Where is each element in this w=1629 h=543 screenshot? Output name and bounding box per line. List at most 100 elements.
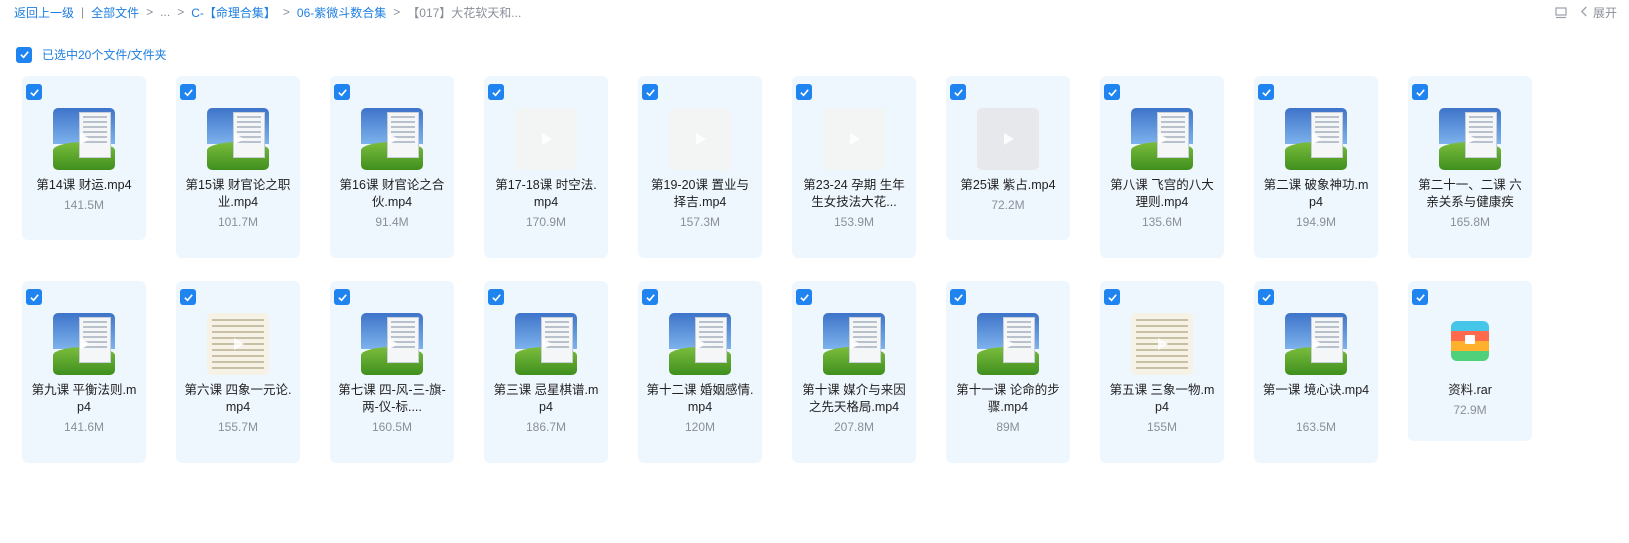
file-checkbox[interactable]	[1258, 84, 1274, 100]
video-thumbnail	[515, 313, 577, 375]
file-card[interactable]: 第16课 财官论之合伙.mp4 91.4M	[330, 76, 454, 258]
video-thumbnail	[361, 108, 423, 170]
file-checkbox[interactable]	[1412, 84, 1428, 100]
file-card[interactable]: 第23-24 孕期 生年生女技法大花... 153.9M	[792, 76, 916, 258]
play-icon	[80, 133, 90, 145]
file-checkbox[interactable]	[1104, 289, 1120, 305]
file-checkbox[interactable]	[180, 84, 196, 100]
file-name: 第19-20课 置业与择吉.mp4	[651, 178, 749, 209]
check-icon	[183, 88, 193, 96]
video-thumbnail	[361, 313, 423, 375]
file-size: 91.4M	[375, 215, 409, 229]
play-icon	[1158, 338, 1168, 350]
file-card[interactable]: 第二十一、二课 六亲关系与健康疾 165.8M	[1408, 76, 1532, 258]
file-checkbox[interactable]	[1258, 289, 1274, 305]
video-thumbnail	[1131, 313, 1193, 375]
file-card[interactable]: 第七课 四-风-三-旗-两-仪-标.... 160.5M	[330, 281, 454, 463]
file-card[interactable]: 第五课 三象一物.mp4 155M	[1100, 281, 1224, 463]
chevron-right-icon: >	[282, 5, 290, 19]
breadcrumb-item-ellipsis[interactable]: ...	[160, 5, 170, 19]
play-icon	[388, 133, 398, 145]
file-checkbox[interactable]	[334, 289, 350, 305]
file-name: 资料.rar	[1448, 383, 1492, 397]
play-icon	[1312, 338, 1322, 350]
back-link[interactable]: 返回上一级	[14, 4, 74, 21]
video-thumbnail	[977, 313, 1039, 375]
file-size: 72.9M	[1453, 403, 1487, 417]
video-thumbnail	[823, 108, 885, 170]
file-checkbox[interactable]	[180, 289, 196, 305]
check-icon	[1261, 293, 1271, 301]
file-name: 第十课 媒介与来因之先天格局.mp4	[802, 383, 906, 414]
expand-button[interactable]: 展开	[1580, 4, 1617, 21]
file-checkbox[interactable]	[950, 289, 966, 305]
breadcrumb-item-mingli[interactable]: C-【命理合集】	[191, 4, 276, 21]
play-icon	[1004, 133, 1014, 145]
list-view-icon[interactable]	[1554, 6, 1568, 20]
file-checkbox[interactable]	[1412, 289, 1428, 305]
file-card[interactable]: 第17-18课 时空法.mp4 170.9M	[484, 76, 608, 258]
file-checkbox[interactable]	[950, 84, 966, 100]
play-icon	[696, 338, 706, 350]
file-card[interactable]: 第14课 财运.mp4 141.5M	[22, 76, 146, 240]
play-icon	[1158, 133, 1168, 145]
file-name: 第17-18课 时空法.mp4	[495, 178, 597, 209]
file-card[interactable]: 第二课 破象神功.mp4 194.9M	[1254, 76, 1378, 258]
file-name: 第14课 财运.mp4	[36, 178, 132, 192]
check-icon	[491, 293, 501, 301]
video-thumbnail	[207, 313, 269, 375]
file-size: 194.9M	[1295, 215, 1337, 229]
file-size: 120M	[684, 420, 716, 434]
file-checkbox[interactable]	[26, 289, 42, 305]
file-checkbox[interactable]	[642, 289, 658, 305]
check-icon	[19, 51, 29, 59]
file-name: 第23-24 孕期 生年生女技法大花...	[803, 178, 905, 209]
file-card[interactable]: 第十二课 婚姻感情.mp4 120M	[638, 281, 762, 463]
file-checkbox[interactable]	[642, 84, 658, 100]
play-icon	[542, 338, 552, 350]
breadcrumb-item-all-files[interactable]: 全部文件	[91, 4, 139, 21]
file-size: 101.7M	[217, 215, 259, 229]
chevron-right-icon: >	[177, 5, 185, 19]
file-name: 第九课 平衡法则.mp4	[31, 383, 137, 414]
play-icon	[388, 338, 398, 350]
file-checkbox[interactable]	[1104, 84, 1120, 100]
file-card[interactable]: 第九课 平衡法则.mp4 141.6M	[22, 281, 146, 463]
file-size: 165.8M	[1449, 215, 1491, 229]
video-thumbnail	[207, 108, 269, 170]
file-card[interactable]: 第十课 媒介与来因之先天格局.mp4 207.8M	[792, 281, 916, 463]
file-card[interactable]: 第六课 四象一元论.mp4 155.7M	[176, 281, 300, 463]
file-name: 第十一课 论命的步骤.mp4	[956, 383, 1060, 414]
file-checkbox[interactable]	[488, 84, 504, 100]
file-size: 141.6M	[63, 420, 105, 434]
breadcrumb-item-ziwei[interactable]: 06-紫微斗数合集	[297, 4, 386, 21]
video-thumbnail	[1285, 108, 1347, 170]
play-icon	[234, 133, 244, 145]
file-name: 第二十一、二课 六亲关系与健康疾	[1418, 178, 1522, 209]
video-thumbnail	[669, 108, 731, 170]
check-icon	[1261, 88, 1271, 96]
chevron-right-icon: >	[146, 5, 154, 19]
file-checkbox[interactable]	[796, 84, 812, 100]
check-icon	[491, 88, 501, 96]
file-checkbox[interactable]	[488, 289, 504, 305]
check-icon	[1107, 88, 1117, 96]
play-icon	[850, 338, 860, 350]
breadcrumb: 返回上一级 | 全部文件 > ... > C-【命理合集】 > 06-紫微斗数合…	[14, 4, 521, 20]
file-card[interactable]: 第15课 财官论之职业.mp4 101.7M	[176, 76, 300, 258]
file-card[interactable]: 第八课 飞宫的八大理则.mp4 135.6M	[1100, 76, 1224, 258]
file-checkbox[interactable]	[796, 289, 812, 305]
play-icon	[696, 133, 706, 145]
file-card[interactable]: 第三课 忌星棋谱.mp4 186.7M	[484, 281, 608, 463]
archive-icon	[1451, 321, 1489, 361]
file-checkbox[interactable]	[334, 84, 350, 100]
file-size: 153.9M	[833, 215, 875, 229]
file-card[interactable]: 第十一课 论命的步骤.mp4 89M	[946, 281, 1070, 463]
file-card[interactable]: 第19-20课 置业与择吉.mp4 157.3M	[638, 76, 762, 258]
file-card[interactable]: 资料.rar 72.9M	[1408, 281, 1532, 441]
file-card[interactable]: 第25课 紫占.mp4 72.2M	[946, 76, 1070, 240]
file-checkbox[interactable]	[26, 84, 42, 100]
select-all-checkbox[interactable]	[16, 46, 32, 63]
video-thumbnail	[669, 313, 731, 375]
file-card[interactable]: 第一课 境心诀.mp4 163.5M	[1254, 281, 1378, 463]
